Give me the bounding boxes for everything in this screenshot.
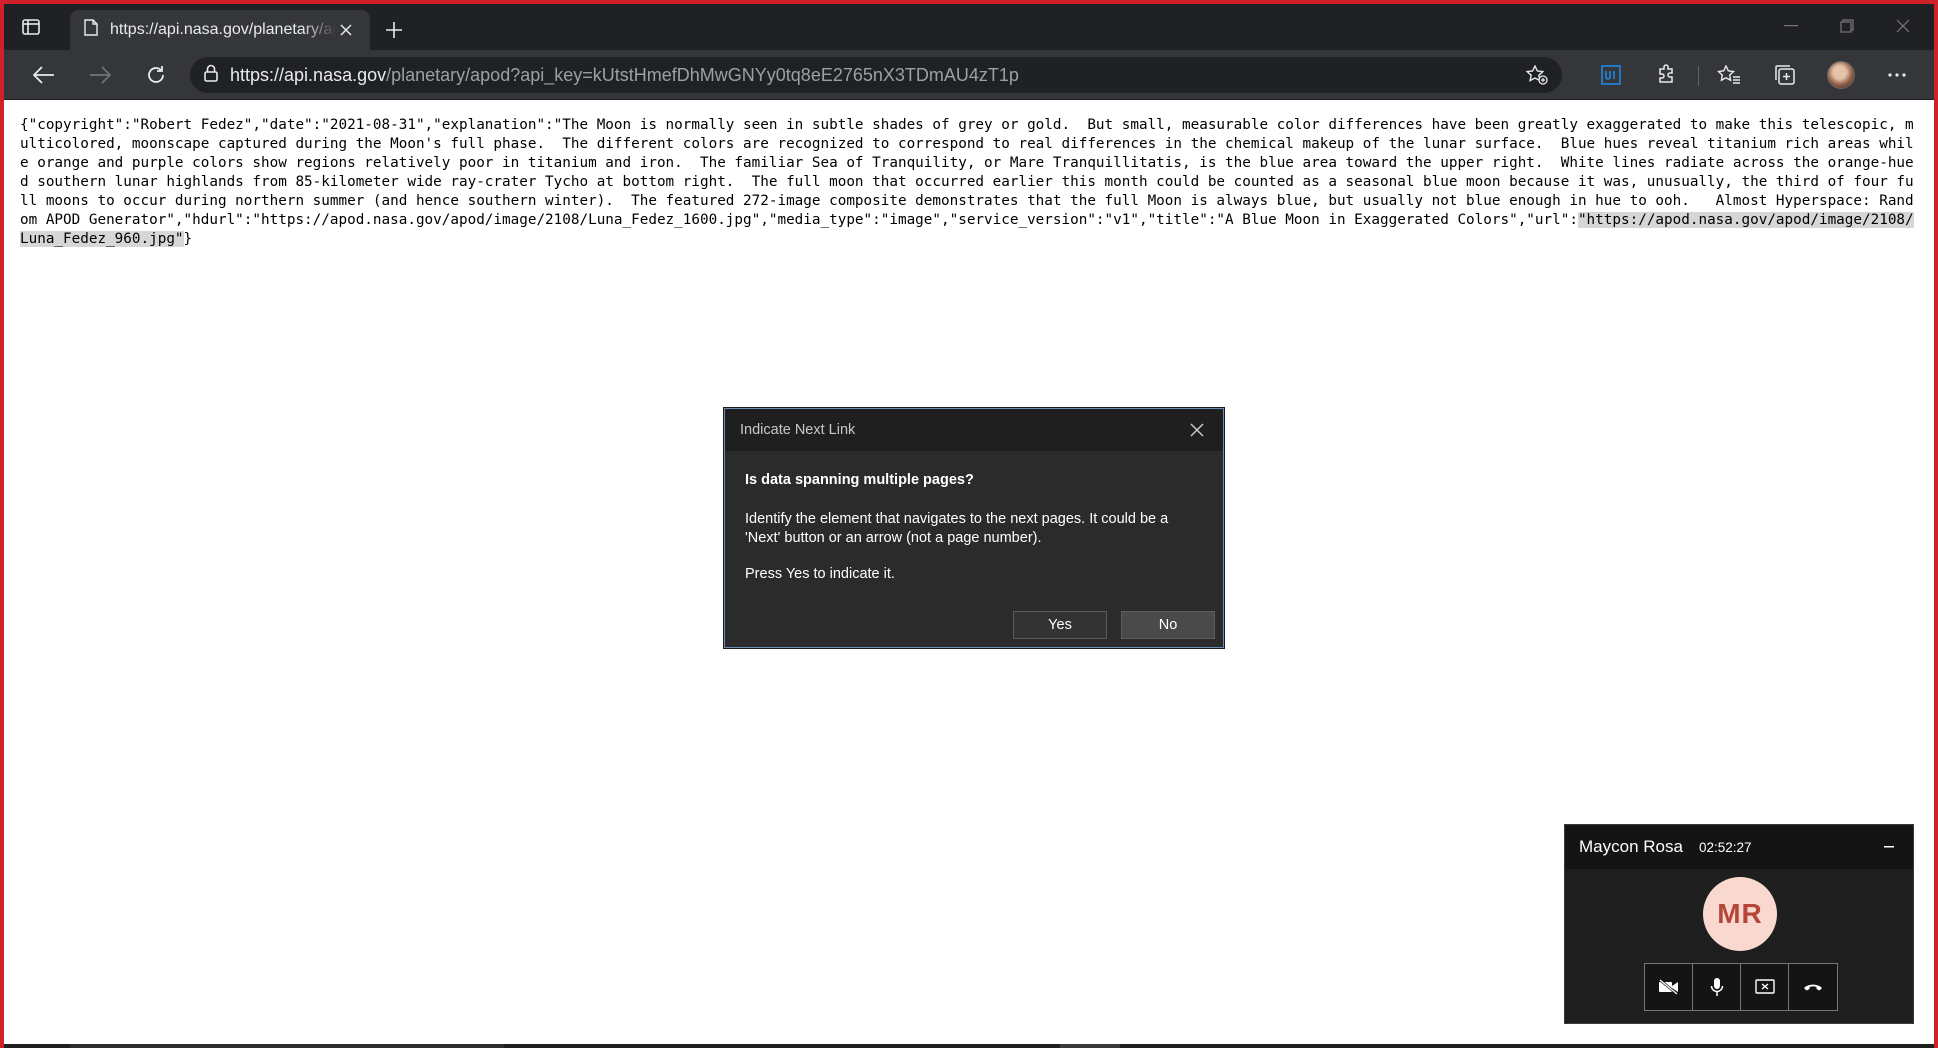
url-text[interactable]: https://api.nasa.gov/planetary/apod?api_… (230, 65, 1019, 86)
url-scheme: https:// (230, 64, 285, 85)
call-controls (1644, 963, 1838, 1011)
video-off-icon[interactable] (1645, 964, 1693, 1010)
url-host: api.nasa.gov (284, 64, 387, 85)
call-widget: Maycon Rosa 02:52:27 MR (1564, 824, 1914, 1024)
address-bar[interactable]: https://api.nasa.gov/planetary/apod?api_… (190, 57, 1562, 93)
toolbar-divider (1698, 66, 1699, 86)
extensions-icon[interactable] (1650, 59, 1684, 91)
close-icon[interactable] (1888, 14, 1918, 38)
call-header: Maycon Rosa 02:52:27 (1565, 825, 1913, 869)
caller-name: Maycon Rosa (1579, 837, 1683, 856)
tab-strip: https://api.nasa.gov/planetary/apod?api_… (4, 4, 1934, 50)
tab-close-icon[interactable] (336, 20, 356, 40)
favorite-add-icon[interactable] (1525, 64, 1548, 90)
dialog-question: Is data spanning multiple pages? (745, 472, 974, 488)
json-response: {"copyright":"Robert Fedez","date":"2021… (20, 116, 1920, 249)
back-icon[interactable] (28, 59, 60, 91)
dialog-close-icon[interactable] (1187, 420, 1207, 440)
yes-button[interactable]: Yes (1013, 611, 1107, 639)
share-screen-off-icon[interactable] (1741, 964, 1789, 1010)
refresh-icon[interactable] (140, 59, 172, 91)
no-button[interactable]: No (1121, 611, 1215, 639)
call-timer: 02:52:27 (1698, 839, 1752, 855)
profile-photo (1827, 61, 1855, 89)
dialog-buttons: Yes No (1013, 611, 1215, 639)
favorites-icon[interactable] (1712, 59, 1746, 91)
caller-avatar: MR (1703, 877, 1777, 951)
taskbar-segment (70, 1044, 504, 1048)
minimize-icon[interactable] (1776, 14, 1806, 38)
taskbar-edge (4, 1044, 1934, 1048)
dialog-description: Identify the element that navigates to t… (745, 511, 1169, 546)
json-tail: } (183, 231, 193, 247)
url-path: /planetary/apod?api_key=kUtstHmefDhMwGNY… (386, 64, 1019, 85)
dialog-title: Indicate Next Link (740, 422, 856, 438)
hang-up-icon[interactable] (1789, 964, 1837, 1010)
uipath-extension-icon[interactable] (1594, 59, 1628, 91)
minimize-call-icon[interactable] (1879, 837, 1899, 857)
browser-tab[interactable]: https://api.nasa.gov/planetary/apod?api_… (70, 10, 370, 50)
tab-actions-icon[interactable] (14, 12, 48, 42)
profile-avatar[interactable] (1824, 59, 1858, 91)
forward-icon[interactable] (84, 59, 116, 91)
dialog-body: Is data spanning multiple pages? Identif… (725, 451, 1223, 584)
restore-icon[interactable] (1832, 14, 1862, 38)
browser-toolbar: https://api.nasa.gov/planetary/apod?api_… (4, 50, 1934, 100)
screen-frame: https://api.nasa.gov/planetary/apod?api_… (0, 0, 1938, 1048)
microphone-icon[interactable] (1693, 964, 1741, 1010)
collections-icon[interactable] (1768, 59, 1802, 91)
lock-icon[interactable] (204, 64, 218, 87)
more-icon[interactable] (1880, 59, 1914, 91)
indicate-next-link-dialog: Indicate Next Link Is data spanning mult… (724, 408, 1224, 648)
new-tab-button[interactable] (380, 16, 408, 44)
dialog-instruction: Press Yes to indicate it. (745, 566, 895, 582)
tab-title: https://api.nasa.gov/planetary/apod?api_… (110, 21, 336, 38)
dialog-titlebar: Indicate Next Link (725, 409, 1223, 451)
taskbar-segment (1060, 1044, 1120, 1048)
page-icon (84, 19, 98, 41)
